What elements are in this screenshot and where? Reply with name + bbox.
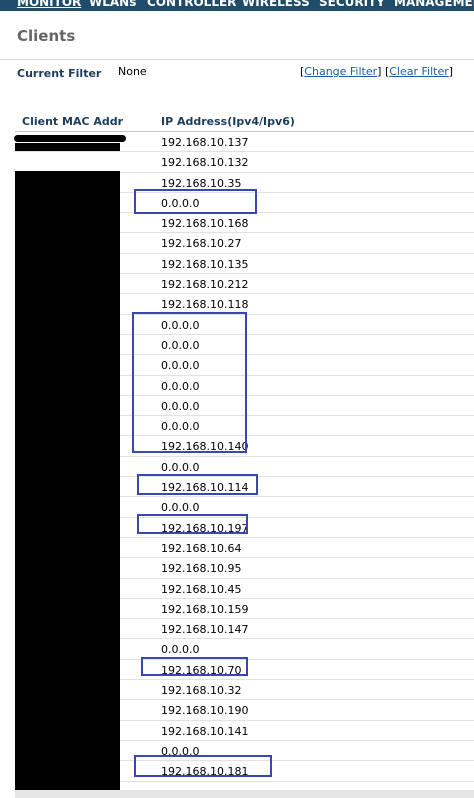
client-ip-address: 0.0.0.0 xyxy=(161,501,200,515)
client-ip-address: 0.0.0.0 xyxy=(161,643,200,657)
scrollbar-track[interactable] xyxy=(15,790,474,798)
client-ip-address: 192.168.10.147 xyxy=(161,623,249,637)
redaction-mark xyxy=(15,143,120,151)
clients-page: Clients Current Filter None [Change Filt… xyxy=(0,11,474,798)
client-ip-address: 192.168.10.159 xyxy=(161,602,249,616)
nav-monitor[interactable]: MONITOR xyxy=(17,0,81,9)
column-header-mac[interactable]: Client MAC Addr xyxy=(22,115,123,128)
client-ip-address: 192.168.10.190 xyxy=(161,704,249,718)
client-ip-address: 192.168.10.132 xyxy=(161,156,249,170)
highlight-box xyxy=(137,514,248,534)
client-ip-address: 192.168.10.95 xyxy=(161,562,242,576)
client-ip-address: 192.168.10.35 xyxy=(161,176,242,190)
highlight-box xyxy=(141,657,248,676)
client-ip-address: 192.168.10.64 xyxy=(161,541,242,555)
nav-management[interactable]: MANAGEMENT xyxy=(394,0,474,9)
top-nav-bar: MONITOR WLANs CONTROLLER WIRELESS SECURI… xyxy=(0,0,474,11)
nav-controller[interactable]: CONTROLLER xyxy=(147,0,236,9)
nav-wireless[interactable]: WIRELESS xyxy=(242,0,310,9)
client-ip-address: 192.168.10.212 xyxy=(161,278,249,292)
highlight-box xyxy=(132,312,247,453)
client-ip-address: 192.168.10.45 xyxy=(161,582,242,596)
change-filter-link[interactable]: Change Filter xyxy=(304,65,377,78)
redaction-mark xyxy=(14,135,126,142)
title-divider xyxy=(0,59,474,60)
client-ip-address: 192.168.10.32 xyxy=(161,684,242,698)
highlight-box xyxy=(134,189,257,214)
nav-wlans[interactable]: WLANs xyxy=(89,0,136,9)
client-ip-address: 192.168.10.118 xyxy=(161,298,249,312)
filter-links: [Change Filter] [Clear Filter] xyxy=(300,65,454,78)
nav-security[interactable]: SECURITY xyxy=(319,0,385,9)
client-ip-address: 192.168.10.135 xyxy=(161,257,249,271)
page-title: Clients xyxy=(17,27,76,45)
highlight-box xyxy=(134,755,272,777)
current-filter-label: Current Filter xyxy=(17,67,102,80)
client-ip-address: 192.168.10.27 xyxy=(161,237,242,251)
table-row: 192.168.10.132 xyxy=(15,152,474,173)
redaction-block xyxy=(15,171,120,793)
client-ip-address: 0.0.0.0 xyxy=(161,460,200,474)
client-ip-address: 192.168.10.141 xyxy=(161,724,249,738)
current-filter-value: None xyxy=(118,65,147,78)
highlight-box xyxy=(137,474,258,495)
client-ip-address: 192.168.10.168 xyxy=(161,217,249,231)
client-ip-address: 192.168.10.137 xyxy=(161,136,249,149)
clear-filter-link[interactable]: Clear Filter xyxy=(389,65,449,78)
column-header-ip[interactable]: IP Address(Ipv4/Ipv6) xyxy=(161,115,295,128)
